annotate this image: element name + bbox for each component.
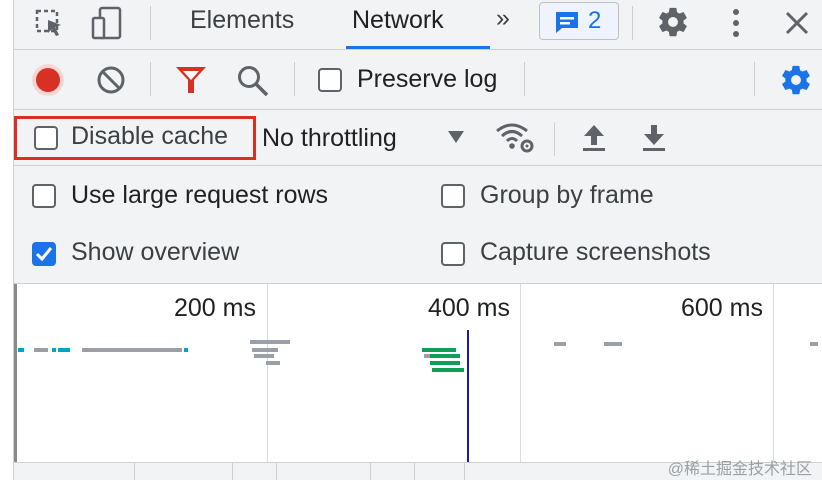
group-by-frame-checkbox[interactable] <box>441 184 465 208</box>
filter-icon[interactable] <box>174 64 208 101</box>
use-large-rows-checkbox[interactable] <box>32 184 56 208</box>
overview-request-bar <box>18 348 24 352</box>
overview-request-bar <box>430 361 460 365</box>
capture-screenshots-label: Capture screenshots <box>480 238 711 266</box>
issues-badge[interactable]: 2 <box>539 2 619 40</box>
capture-screenshots-checkbox[interactable] <box>441 242 465 266</box>
overview-request-bar <box>266 361 280 365</box>
more-tabs-icon[interactable]: » <box>496 4 510 33</box>
overview-request-bar <box>254 354 274 358</box>
network-toolbar: Preserve log <box>14 50 822 110</box>
show-overview-checkbox[interactable] <box>32 242 56 266</box>
overview-load-marker <box>467 330 469 462</box>
overview-request-bar <box>424 354 430 358</box>
preserve-log-checkbox[interactable] <box>318 68 342 92</box>
overview-tick-label: 400 ms <box>428 294 510 322</box>
export-har-icon[interactable] <box>640 122 668 159</box>
overview-window-handle[interactable] <box>14 284 17 462</box>
overview-request-bar <box>604 342 622 346</box>
tab-separator <box>150 6 151 40</box>
tab-network[interactable]: Network <box>352 6 444 35</box>
toolbar-separator <box>554 122 555 156</box>
disable-cache-label: Disable cache <box>71 122 229 150</box>
disable-cache-checkbox[interactable] <box>34 126 58 150</box>
preserve-log-label: Preserve log <box>357 65 498 93</box>
more-options-icon[interactable] <box>722 6 750 45</box>
overview-request-bar <box>422 348 456 352</box>
search-icon[interactable] <box>236 64 270 103</box>
column-divider <box>414 463 415 480</box>
message-icon <box>554 9 580 40</box>
dropdown-arrow-icon[interactable] <box>446 129 466 150</box>
overview-tick-label: 600 ms <box>681 294 763 322</box>
overview-request-bar <box>250 340 290 344</box>
toolbar-separator <box>294 62 295 96</box>
checkmark-icon <box>35 247 53 262</box>
group-by-frame-label: Group by frame <box>480 181 654 209</box>
overview-request-bar <box>184 348 188 352</box>
inspect-element-icon[interactable] <box>34 8 66 45</box>
overview-request-bar <box>432 368 464 372</box>
close-icon[interactable] <box>782 8 812 43</box>
toolbar-separator <box>524 62 525 96</box>
overview-request-bar <box>52 348 56 352</box>
active-tab-indicator <box>346 46 490 49</box>
watermark: @稀土掘金技术社区 <box>667 461 812 478</box>
overview-request-bar <box>82 348 182 352</box>
column-divider <box>232 463 233 480</box>
toolbar-separator <box>754 62 755 96</box>
devtools-tab-bar: Elements Network » 2 <box>14 0 822 50</box>
network-toolbar-secondary: Disable cache No throttling <box>14 110 822 166</box>
throttling-select[interactable]: No throttling <box>262 124 397 153</box>
overview-request-bar <box>252 348 278 352</box>
overview-request-bar <box>426 354 460 358</box>
device-toolbar-icon[interactable] <box>90 6 126 47</box>
use-large-rows-label: Use large request rows <box>71 181 329 209</box>
network-overview[interactable]: 200 ms 400 ms 600 ms <box>14 284 822 462</box>
overview-request-bar <box>34 348 48 352</box>
overview-gridline <box>267 284 268 462</box>
settings-gear-icon[interactable] <box>656 5 690 44</box>
import-har-icon[interactable] <box>580 122 608 159</box>
tab-elements[interactable]: Elements <box>190 6 294 35</box>
network-settings-panel: Use large request rows Group by frame Sh… <box>14 166 822 284</box>
record-icon[interactable] <box>30 62 66 103</box>
network-conditions-icon[interactable] <box>494 120 536 159</box>
issues-count: 2 <box>588 7 602 34</box>
tab-separator <box>632 6 633 40</box>
column-divider <box>464 463 465 480</box>
show-overview-label: Show overview <box>71 238 240 266</box>
column-divider <box>276 463 277 480</box>
column-divider <box>134 463 135 480</box>
left-panel-edge <box>0 0 14 480</box>
overview-request-bar <box>58 348 70 352</box>
overview-request-bar <box>810 342 818 346</box>
toolbar-separator <box>150 62 151 96</box>
overview-gridline <box>520 284 521 462</box>
overview-request-bar <box>554 342 566 346</box>
overview-tick-label: 200 ms <box>174 294 256 322</box>
column-divider <box>370 463 371 480</box>
network-settings-gear-icon[interactable] <box>779 63 813 102</box>
overview-gridline <box>773 284 774 462</box>
clear-icon[interactable] <box>96 65 126 100</box>
